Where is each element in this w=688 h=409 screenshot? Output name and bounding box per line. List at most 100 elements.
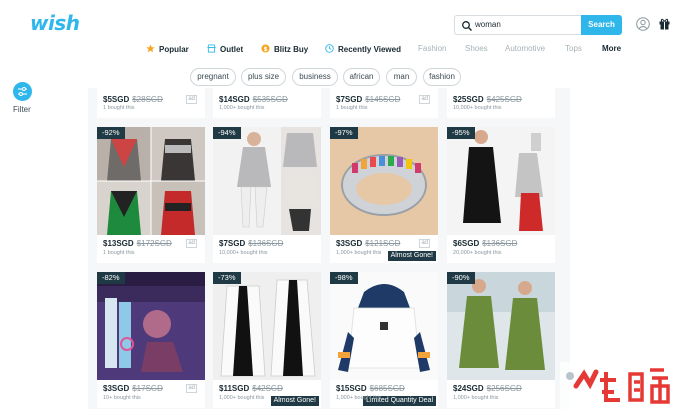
category-nav: Popular Outlet $ Blitz Buy Recently Viewe… bbox=[0, 42, 688, 60]
coin-icon: $ bbox=[261, 44, 270, 53]
product-image[interactable] bbox=[447, 127, 555, 235]
product-image[interactable] bbox=[97, 272, 205, 380]
nav-fashion[interactable]: Fashion bbox=[418, 44, 446, 53]
almost-gone-badge: Almost Gone! bbox=[270, 396, 319, 406]
original-price: $121SGD bbox=[365, 239, 401, 248]
original-price: $256SGD bbox=[486, 384, 522, 393]
price: $6SGD bbox=[453, 239, 480, 248]
product-image[interactable] bbox=[330, 272, 438, 380]
nav-automotive[interactable]: Automotive bbox=[505, 44, 545, 53]
discount-badge: -92% bbox=[97, 127, 125, 139]
discount-badge: -98% bbox=[330, 272, 358, 284]
product-image[interactable] bbox=[97, 127, 205, 235]
discount-badge: -97% bbox=[330, 127, 358, 139]
original-price: $42SGD bbox=[252, 384, 283, 393]
wish-logo[interactable]: wish bbox=[30, 11, 80, 35]
discount-badge: -95% bbox=[447, 127, 475, 139]
bought-count: 10,000+ bought this bbox=[219, 250, 268, 256]
product-card[interactable]: -98% Limited Quantity Deal $15SGD $685SGD… bbox=[330, 272, 438, 408]
ad-label: ad bbox=[419, 239, 430, 248]
product-card[interactable]: $7SGD $145SGD ad 1 bought this bbox=[330, 88, 438, 118]
bought-count: 1,000+ bought this bbox=[336, 250, 382, 256]
clock-icon bbox=[325, 44, 334, 53]
tag-plus-size[interactable]: plus size bbox=[241, 68, 286, 86]
bought-count: 1,000+ bought this bbox=[453, 395, 499, 401]
svg-text:$: $ bbox=[263, 47, 267, 53]
bought-count: 1,000+ bought this bbox=[219, 105, 265, 111]
bought-count: 1 bought this bbox=[103, 105, 135, 111]
discount-badge: -90% bbox=[447, 272, 475, 284]
filter-button[interactable] bbox=[13, 82, 32, 101]
original-price: $172SGD bbox=[136, 239, 172, 248]
nav-tops[interactable]: Tops bbox=[565, 44, 582, 53]
search-icon bbox=[462, 21, 472, 31]
original-price: $145SGD bbox=[365, 95, 401, 104]
gift-icon[interactable] bbox=[658, 17, 671, 30]
bought-count: 10+ bought this bbox=[103, 395, 141, 401]
price: $5SGD bbox=[103, 95, 130, 104]
price: $24SGD bbox=[453, 384, 484, 393]
original-price: $425SGD bbox=[486, 95, 522, 104]
sliders-icon bbox=[18, 87, 27, 96]
product-card[interactable]: $25SGD $425SGD 10,000+ bought this bbox=[447, 88, 555, 118]
original-price: $535SGD bbox=[252, 95, 288, 104]
nav-popular[interactable]: Popular bbox=[146, 44, 189, 54]
discount-badge: -73% bbox=[213, 272, 241, 284]
nav-recently-viewed[interactable]: Recently Viewed bbox=[325, 44, 401, 54]
corner-watermark-logo bbox=[560, 362, 688, 409]
product-card[interactable]: -82% $3SGD $17SGD ad 10+ bought this bbox=[97, 272, 205, 408]
product-card[interactable]: -73% Almost Gone! $11SGD $42SGD 1,000+ bo… bbox=[213, 272, 321, 408]
tag-fashion[interactable]: fashion bbox=[423, 68, 461, 86]
original-price: $17SGD bbox=[132, 384, 163, 393]
tag-pregnant[interactable]: pregnant bbox=[190, 68, 236, 86]
product-card[interactable]: -97% Almost Gone! $3SGD $121SGD ad 1,000+… bbox=[330, 127, 438, 263]
product-image[interactable] bbox=[213, 272, 321, 380]
price: $3SGD bbox=[336, 239, 363, 248]
nav-more[interactable]: More bbox=[602, 44, 621, 53]
ad-label: ad bbox=[419, 95, 430, 104]
product-card[interactable]: -95% $6SGD $136SGD 20,000+ bought this bbox=[447, 127, 555, 263]
bought-count: 1,000+ bought this bbox=[336, 395, 382, 401]
bought-count: 1 bought this bbox=[103, 250, 135, 256]
search-value: woman bbox=[475, 20, 501, 29]
original-price: $136SGD bbox=[248, 239, 284, 248]
tag-african[interactable]: african bbox=[343, 68, 380, 86]
price: $14SGD bbox=[219, 95, 250, 104]
discount-badge: -94% bbox=[213, 127, 241, 139]
price: $7SGD bbox=[336, 95, 363, 104]
price: $13SGD bbox=[103, 239, 134, 248]
product-card[interactable]: -92% $13SGD $172SGD ad 1 bought this bbox=[97, 127, 205, 263]
discount-badge: -82% bbox=[97, 272, 125, 284]
bought-count: 1 bought this bbox=[336, 105, 368, 111]
nav-blitz-buy[interactable]: $ Blitz Buy bbox=[261, 44, 308, 54]
nav-shoes[interactable]: Shoes bbox=[465, 44, 488, 53]
search-input[interactable]: woman bbox=[454, 15, 582, 35]
price: $15SGD bbox=[336, 384, 367, 393]
filter-label: Filter bbox=[13, 105, 31, 114]
nav-outlet[interactable]: Outlet bbox=[207, 44, 243, 54]
price: $11SGD bbox=[219, 384, 250, 393]
product-image[interactable] bbox=[213, 127, 321, 235]
ad-label: ad bbox=[186, 384, 197, 393]
price: $25SGD bbox=[453, 95, 484, 104]
product-card[interactable]: -94% $7SGD $136SGD 10,000+ bought this bbox=[213, 127, 321, 263]
bought-count: 20,000+ bought this bbox=[453, 250, 502, 256]
original-price: $136SGD bbox=[482, 239, 518, 248]
product-card[interactable]: $14SGD $535SGD 1,000+ bought this bbox=[213, 88, 321, 118]
price: $3SGD bbox=[103, 384, 130, 393]
tag-business[interactable]: business bbox=[292, 68, 338, 86]
product-image[interactable] bbox=[330, 127, 438, 235]
product-card[interactable]: $5SGD $28SGD ad 1 bought this bbox=[97, 88, 205, 118]
star-icon bbox=[146, 44, 155, 53]
bought-count: 10,000+ bought this bbox=[453, 105, 502, 111]
ad-label: ad bbox=[186, 95, 197, 104]
user-icon[interactable] bbox=[636, 17, 650, 31]
store-icon bbox=[207, 44, 216, 53]
tag-man[interactable]: man bbox=[386, 68, 417, 86]
product-card[interactable]: -90% $24SGD $256SGD 1,000+ bought this bbox=[447, 272, 555, 408]
product-image[interactable] bbox=[447, 272, 555, 380]
ad-label: ad bbox=[186, 239, 197, 248]
search-button[interactable]: Search bbox=[581, 15, 622, 35]
almost-gone-badge: Almost Gone! bbox=[387, 251, 436, 261]
original-price: $685SGD bbox=[369, 384, 405, 393]
